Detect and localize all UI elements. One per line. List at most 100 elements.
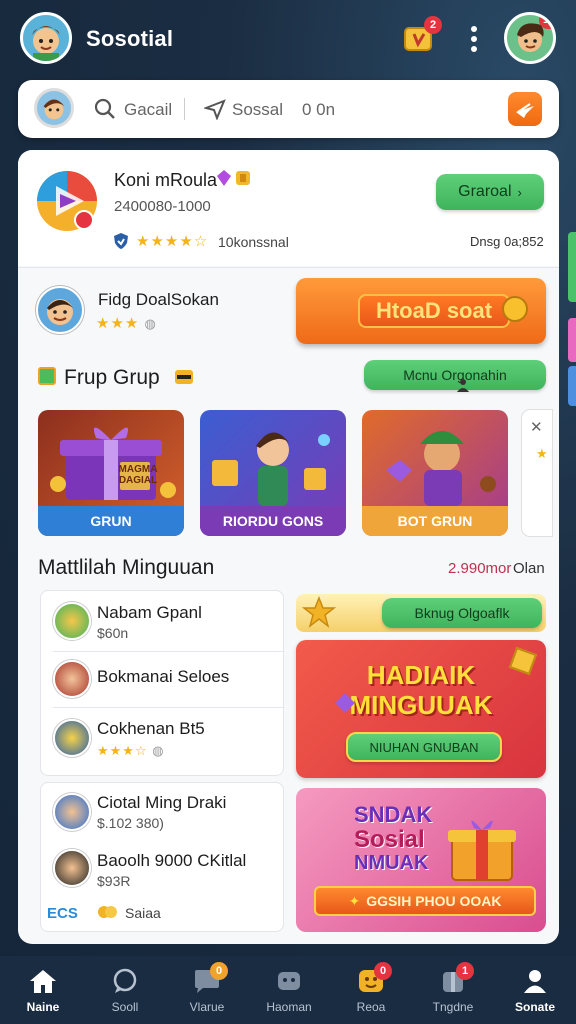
send-icon[interactable] [202, 98, 226, 121]
notification-badge: 2 [424, 16, 442, 34]
group-tile-2[interactable]: RIORDU GONS [200, 410, 346, 536]
search-user-avatar[interactable] [34, 88, 74, 128]
list-item-sub: $60n [97, 625, 129, 641]
main-panel: Koni mRoula 2400080-1000 ★★★★☆ 10konssna… [18, 150, 559, 944]
side-tab-green[interactable] [568, 232, 576, 302]
rating-text: 10konssnal [218, 234, 289, 250]
tile-3-label: BOT GRUN [362, 506, 508, 536]
tiles-overflow[interactable]: ✕ ★ [522, 410, 552, 536]
profile-avatar[interactable]: 12 [504, 12, 556, 64]
nav-home[interactable]: Naine [2, 956, 84, 1024]
nav-gifts-label: Tngdne [432, 1000, 474, 1014]
group-section-icon [38, 367, 56, 385]
gift-box-icon [50, 427, 176, 500]
promo-cta-label: HtoaD soat [358, 294, 510, 328]
emoji-icon: 0 [356, 962, 392, 994]
banner1-button[interactable]: NIUHAN GNUBAN [346, 732, 502, 762]
footer-left-label: ECS [47, 905, 78, 922]
search-divider [184, 98, 185, 120]
promo-face-icon [47, 299, 73, 325]
list-item[interactable]: Bokmanai Seloes [41, 651, 283, 707]
close-icon[interactable]: ✕ [530, 418, 543, 436]
plane-icon [516, 103, 534, 118]
featured-action-button[interactable]: Graroal › [436, 174, 544, 210]
banner2-button[interactable]: ✦ GGSIH PHOU OOAK [314, 886, 536, 916]
weekly-list-top: Nabam Gpanl $60n Bokmanai Seloes Cokhena… [40, 590, 284, 776]
featured-date: Dnsg 0a;852 [470, 234, 544, 249]
featured-action-label: Graroal [458, 183, 512, 200]
banner2-title-3: NMUAK [354, 852, 429, 874]
list-item-avatar [53, 602, 91, 640]
list-item-sub: $.102 380) [97, 815, 164, 831]
reoa-badge: 0 [374, 962, 392, 980]
group-action-button[interactable]: Mcnu Orgonahin [364, 360, 546, 390]
search-bar: Gacail Sossal 0 0n [18, 80, 559, 138]
nav-social-label: Sooll [111, 1000, 139, 1014]
list-item-avatar [53, 849, 91, 887]
nav-reoa[interactable]: 0 Reoa [330, 956, 412, 1024]
group-section-title: Frup Grup [64, 366, 160, 389]
user-avatar[interactable] [20, 12, 72, 64]
nav-gifts[interactable]: 1 Tngdne [412, 956, 494, 1024]
side-banner[interactable]: Bknug Olgoaflk [296, 594, 546, 632]
banner1-title-2: MINGUUAK [349, 690, 493, 720]
list-item-sub: $93R [97, 873, 131, 889]
weekly-unit: Olan [513, 560, 545, 577]
chat-bubble-icon [110, 968, 140, 994]
profile-badge: 12 [539, 15, 553, 29]
tile-1-art-text: MAGMA DAGIAL [118, 464, 158, 486]
group-tile-1[interactable]: MAGMA DAGIAL GRUN [38, 410, 184, 536]
nav-reoa-label: Reoa [356, 1000, 386, 1014]
promo-stars: ★★★ ◍ [96, 315, 157, 332]
nav-messages[interactable]: 0 Vlarue [166, 956, 248, 1024]
rating-stars: ★★★★☆ [136, 233, 209, 250]
gem-icon [216, 169, 232, 187]
gifts-badge: 1 [456, 962, 474, 980]
avatar-face-icon [32, 26, 60, 61]
list-item[interactable]: Baoolh 9000 CKitlal $93R [41, 843, 283, 899]
side-banner-button[interactable]: Bknug Olgoaflk [382, 598, 542, 628]
search-input[interactable]: Gacail [124, 100, 172, 120]
filter-label[interactable]: Sossal [232, 100, 283, 120]
featured-app-icon [36, 170, 98, 232]
search-icon[interactable] [94, 98, 116, 120]
weekly-gift-banner[interactable]: HADIAIK MINGUUAK NIUHAN GNUBAN [296, 640, 546, 778]
messages-badge: 0 [210, 962, 228, 980]
social-gift-banner[interactable]: SNDAK Sosial NMUAK ✦ GGSIH PHOU OOAK [296, 788, 546, 932]
group-tile-3[interactable]: BOT GRUN [362, 410, 508, 536]
list-item-name: Ciotal Ming Draki [97, 793, 227, 812]
list-item-name: Bokmanai Seloes [97, 667, 230, 686]
notifications-button[interactable]: 2 [402, 16, 442, 54]
gift-icon: 1 [438, 962, 474, 994]
list-item[interactable]: Nabam Gpanl $60n [41, 591, 283, 651]
list-item[interactable]: Ciotal Ming Draki $.102 380) [41, 783, 283, 843]
nav-social[interactable]: Sooll [84, 956, 166, 1024]
send-action-button[interactable] [508, 92, 542, 126]
extra-filter-label[interactable]: 0 0n [302, 100, 335, 120]
coins-icon [97, 903, 117, 921]
app-title: Sosotial [86, 26, 174, 51]
list-item-stars: ★★★☆ ◍ [97, 743, 165, 758]
promo-user-avatar[interactable] [36, 286, 84, 334]
coin-icon [235, 169, 251, 187]
featured-title: Koni mRoula [114, 170, 218, 190]
side-tab-blue[interactable] [568, 366, 576, 406]
group-icon [274, 968, 304, 994]
promo-cta-button[interactable]: HtoaD soat [296, 278, 546, 344]
list-item-avatar [53, 719, 91, 757]
more-menu-button[interactable] [466, 24, 482, 54]
list-item-name: Cokhenan Bt5 [97, 719, 205, 738]
list-item[interactable]: Cokhenan Bt5 ★★★☆ ◍ [41, 707, 283, 769]
profile-icon [520, 968, 550, 994]
small-avatar-icon [43, 99, 65, 120]
banner1-button-label: NIUHAN GNUBAN [369, 739, 479, 755]
featured-card[interactable]: Koni mRoula 2400080-1000 ★★★★☆ 10konssna… [18, 150, 559, 266]
side-tab-pink[interactable] [568, 318, 576, 362]
sparkle-icon: ✦ [348, 892, 361, 909]
group-action-label: Mcnu Orgonahin [403, 367, 507, 383]
chevron-right-icon: › [517, 184, 522, 200]
nav-profile[interactable]: Sonate [494, 956, 576, 1024]
treasure-gift-icon [444, 812, 520, 882]
nav-groups[interactable]: Haoman [248, 956, 330, 1024]
shield-icon [112, 232, 130, 250]
